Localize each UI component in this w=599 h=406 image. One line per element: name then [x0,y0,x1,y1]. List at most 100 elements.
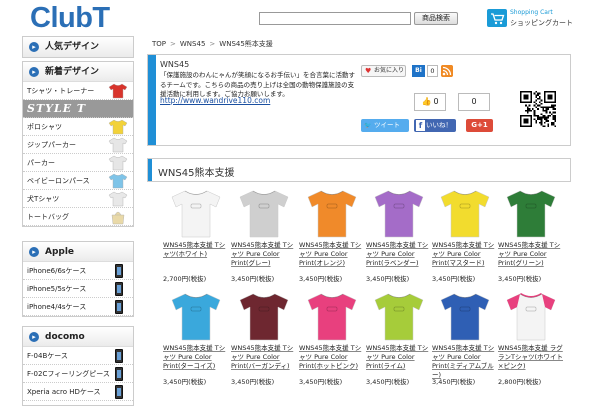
popular-designs-link[interactable]: ▸ 人気デザイン [23,37,133,57]
facebook-like-button[interactable]: いいね！ [414,119,456,132]
apple-heading: ▸ Apple [23,242,133,262]
tweet-button[interactable]: ツイート [361,119,409,132]
search-button[interactable]: 商品検索 [414,12,458,25]
product-image[interactable] [498,291,564,343]
product-image[interactable] [299,291,365,343]
shopping-cart-link[interactable]: Shopping Cart ショッピングカート [487,8,583,30]
sidebar-category-item[interactable]: パーカー [23,154,133,172]
designer-info-box: WNS45 「保護施設のわんにゃんが笑顔になるお手伝い」を合言葉に活動するチーム… [147,54,571,146]
device-label: F-04Bケース [27,352,68,360]
product-card[interactable]: WNS45熊本支援 Tシャツ Pure Color Print(マスタード) 3,… [432,188,498,283]
product-name-link[interactable]: WNS45熊本支援 Tシャツ Pure Color Print(オレンジ) [299,241,365,268]
product-card[interactable]: WNS45熊本支援 Tシャツ Pure Color Print(グレー) 3,45… [231,188,297,283]
product-card[interactable]: WNS45熊本支援 Tシャツ Pure Color Print(ライム) 3,45… [366,291,432,386]
search-input[interactable] [259,12,411,25]
sidebar-category-item[interactable]: Tシャツ・トレーナー [23,82,133,100]
product-name-link[interactable]: WNS45熊本支援 Tシャツ Pure Color Print(バーガンディ) [231,344,297,371]
device-label: F-02Cフィーリングピース [27,370,110,378]
sidebar-device-item[interactable]: F-02Cフィーリングピース [23,365,133,383]
category-label: トートバッグ [27,213,69,221]
product-name-link[interactable]: WNS45熊本支援 Tシャツ(ホワイト) [163,241,229,259]
breadcrumb-item: WNS45熊本支援 [219,40,273,48]
phone-case-thumbnail [115,264,123,278]
category-list: Tシャツ・トレーナー STYLE T ポロシャツジップパーカー パーカーベイビーロンパ… [23,82,133,226]
designer-website-link[interactable]: http://www.wandrive110.com [160,96,270,105]
sidebar-device-item[interactable]: iPhone6/6sケース [23,262,133,280]
phone-case-thumbnail [115,349,123,363]
product-price: 3,450円(税抜) [432,275,476,283]
site-logo[interactable]: ClubT [30,3,110,33]
bookmark-count: 0 [427,65,438,77]
product-name-link[interactable]: WNS45熊本支援 Tシャツ Pure Color Print(グリーン) [498,241,564,268]
sidebar-device-item[interactable]: Xperia acro HDケース [23,383,133,401]
product-card[interactable]: WNS45熊本支援 Tシャツ Pure Color Print(ラベンダー) 3,… [366,188,432,283]
phone-case-thumbnail [115,300,123,314]
phone-case-thumbnail [115,385,123,399]
product-name-link[interactable]: WNS45熊本支援 Tシャツ Pure Color Print(ライム) [366,344,432,371]
rss-icon[interactable] [441,65,453,77]
google-plus-button[interactable]: G+1 [466,119,493,132]
product-image[interactable] [432,291,498,343]
favorite-button[interactable]: お気に入り [361,65,406,77]
product-image[interactable] [432,188,498,240]
product-price: 3,450円(税抜) [163,378,207,386]
category-box: ▸ 新着デザイン Tシャツ・トレーナー STYLE T ポロシャツジップパーカー パー… [22,61,134,227]
category-label: 犬Tシャツ [27,195,60,203]
sidebar-category-item[interactable]: 犬Tシャツ [23,190,133,208]
product-price: 3,450円(税抜) [231,378,275,386]
sidebar-device-item[interactable]: iPhone4/4sケース [23,298,133,316]
product-card[interactable]: WNS45熊本支援 Tシャツ Pure Color Print(グリーン) 3,4… [498,188,564,283]
product-price: 3,450円(税抜) [299,378,343,386]
product-image[interactable] [231,291,297,343]
category-label: STYLE T [27,102,87,115]
apple-list: iPhone6/6sケース iPhone5/5sケース iPhone4/4sケース [23,262,133,316]
sidebar-device-item[interactable]: F-04Bケース [23,347,133,365]
category-thumbnail [108,173,128,189]
sidebar-category-item[interactable]: ポロシャツ [23,118,133,136]
product-name-link[interactable]: WNS45熊本支援 Tシャツ Pure Color Print(マスタード) [432,241,498,268]
breadcrumb-item[interactable]: TOP [152,40,166,48]
product-card[interactable]: WNS45熊本支援 ラグランTシャツ(ホワイト×ピンク) 2,800円(税抜) [498,291,564,386]
product-image[interactable] [231,188,297,240]
sidebar-category-item[interactable]: STYLE T [23,100,133,118]
product-name-link[interactable]: WNS45熊本支援 Tシャツ Pure Color Print(ラベンダー) [366,241,432,268]
category-label: ジップパーカー [27,141,76,149]
product-name-link[interactable]: WNS45熊本支援 Tシャツ Pure Color Print(ミディアムブルー… [432,344,498,380]
product-name-link[interactable]: WNS45熊本支援 Tシャツ Pure Color Print(ターコイズ) [163,344,229,371]
breadcrumb: TOP > WNS45 > WNS45熊本支援 [152,39,273,49]
bookmark-icon[interactable]: Bi [412,65,425,77]
product-image[interactable] [366,291,432,343]
cart-title: Shopping Cart [510,9,553,16]
category-thumbnail [108,155,128,171]
new-designs-link[interactable]: ▸ 新着デザイン [23,62,133,82]
product-card[interactable]: WNS45熊本支援 Tシャツ(ホワイト) 2,700円(税抜) [163,188,229,283]
like-count: 👍 0 [414,93,446,111]
product-image[interactable] [163,291,229,343]
product-card[interactable]: WNS45熊本支援 Tシャツ Pure Color Print(ホットピンク) 3… [299,291,365,386]
product-card[interactable]: WNS45熊本支援 Tシャツ Pure Color Print(ミディアムブルー… [432,291,498,386]
product-name-link[interactable]: WNS45熊本支援 Tシャツ Pure Color Print(ホットピンク) [299,344,365,371]
product-card[interactable]: WNS45熊本支援 Tシャツ Pure Color Print(ターコイズ) 3,… [163,291,229,386]
section-heading: WNS45熊本支援 [147,158,571,182]
sidebar-device-item[interactable]: iPhone5/5sケース [23,280,133,298]
breadcrumb-separator: > [209,40,216,48]
product-card[interactable]: WNS45熊本支援 Tシャツ Pure Color Print(バーガンディ) 3… [231,291,297,386]
docomo-title: docomo [45,332,85,342]
product-name-link[interactable]: WNS45熊本支援 Tシャツ Pure Color Print(グレー) [231,241,297,268]
category-thumbnail [108,83,128,99]
product-image[interactable] [366,188,432,240]
product-image[interactable] [498,188,564,240]
sidebar-category-item[interactable]: トートバッグ [23,208,133,226]
docomo-box: ▸ docomo F-04Bケース F-02Cフィーリングピース Xperia ac… [22,326,134,406]
product-image[interactable] [163,188,229,240]
phone-case-thumbnail [115,282,123,296]
popular-designs-box: ▸ 人気デザイン [22,36,134,58]
product-image[interactable] [299,188,365,240]
category-label: パーカー [27,159,55,167]
product-price: 3,450円(税抜) [231,275,275,283]
product-name-link[interactable]: WNS45熊本支援 ラグランTシャツ(ホワイト×ピンク) [498,344,564,371]
breadcrumb-item[interactable]: WNS45 [180,40,206,48]
sidebar-category-item[interactable]: ジップパーカー [23,136,133,154]
product-card[interactable]: WNS45熊本支援 Tシャツ Pure Color Print(オレンジ) 3,4… [299,188,365,283]
sidebar-category-item[interactable]: ベイビーロンパース [23,172,133,190]
